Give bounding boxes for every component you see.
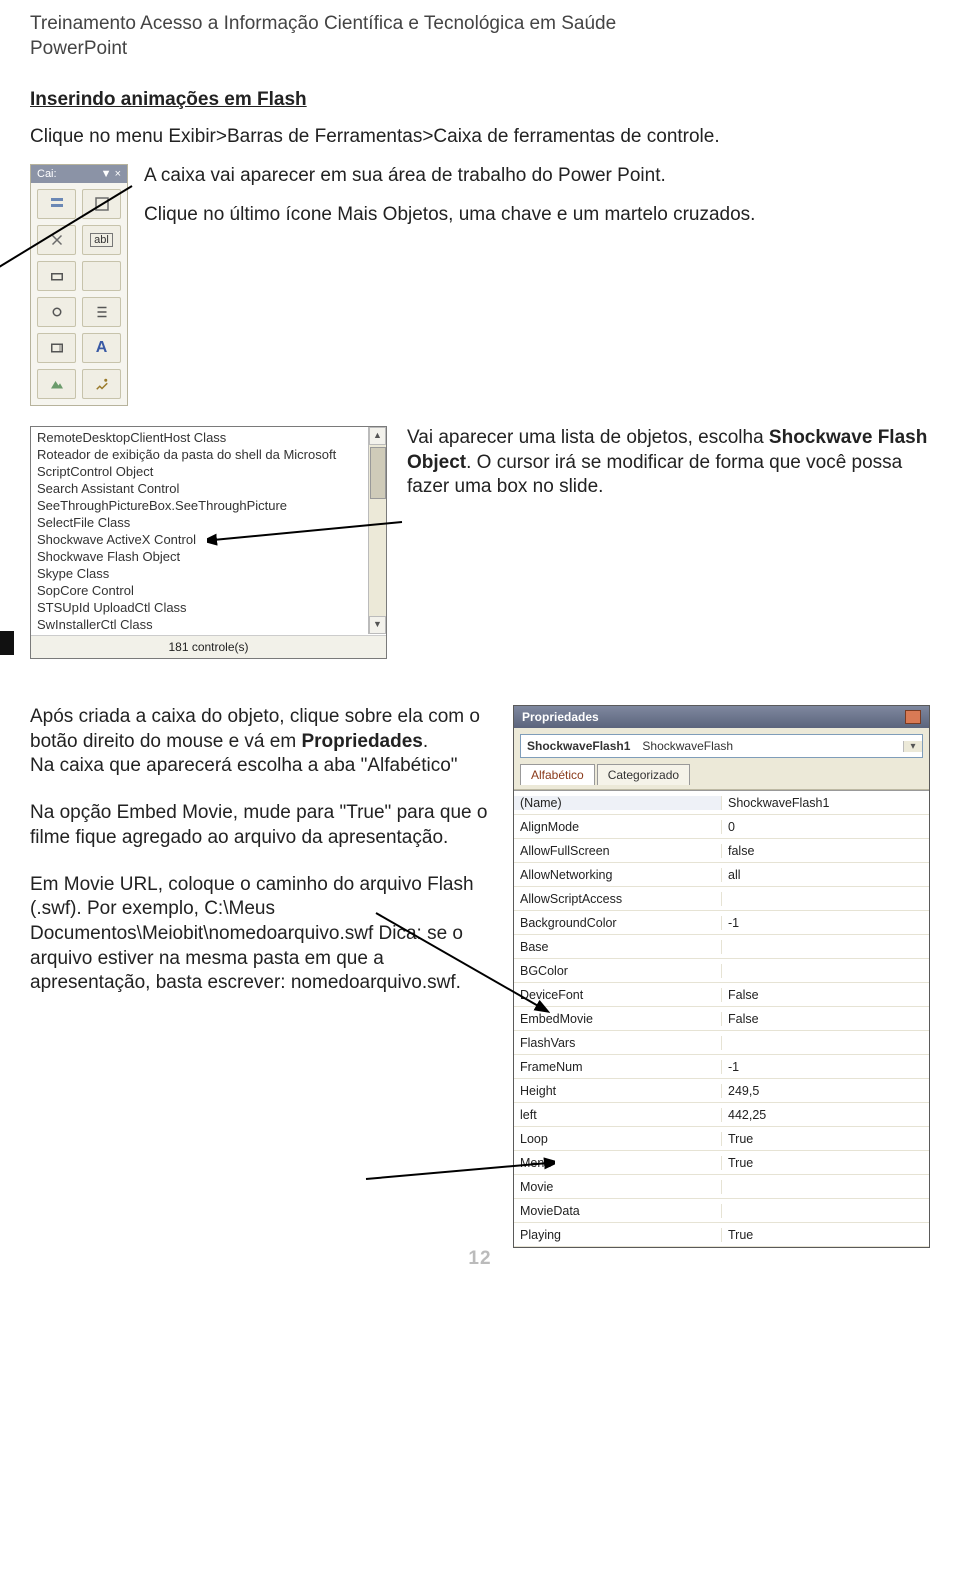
- listbox-note: Vai aparecer uma lista de objetos, escol…: [407, 426, 930, 500]
- palette-tool[interactable]: [37, 225, 76, 255]
- paragraph-1: A caixa vai aparecer em sua área de trab…: [144, 164, 930, 227]
- listbox-scrollbar[interactable]: ▲ ▼: [368, 427, 386, 634]
- palette-tool[interactable]: [82, 261, 121, 291]
- prop-value[interactable]: 249,5: [722, 1084, 929, 1098]
- prop-value[interactable]: True: [722, 1228, 929, 1242]
- prop-name: Base: [514, 940, 722, 954]
- prop-value[interactable]: 0: [722, 820, 929, 834]
- prop-name: left: [514, 1108, 722, 1122]
- prop-name: Movie: [514, 1180, 722, 1194]
- list-item[interactable]: Search Assistant Control: [37, 480, 380, 497]
- prop-value[interactable]: True: [722, 1156, 929, 1170]
- doc-header-line2: PowerPoint: [30, 37, 930, 62]
- p2: Na caixa que aparecerá escolha a aba "Al…: [30, 755, 458, 776]
- prop-value[interactable]: False: [722, 1012, 929, 1026]
- palette-tool[interactable]: [82, 189, 121, 219]
- note1-a: Vai aparecer uma lista de objetos, escol…: [407, 427, 769, 448]
- page-number: 12: [30, 1248, 930, 1270]
- instructions-column: Após criada a caixa do objeto, clique so…: [30, 705, 495, 1248]
- list-item[interactable]: SeeThroughPictureBox.SeeThroughPicture: [37, 497, 380, 514]
- list-item[interactable]: Shockwave Flash Object: [37, 548, 380, 565]
- prop-value[interactable]: all: [722, 868, 929, 882]
- prop-name: DeviceFont: [514, 988, 722, 1002]
- p4: Em Movie URL, coloque o caminho do arqui…: [30, 873, 495, 996]
- properties-titlebar[interactable]: Propriedades: [514, 706, 929, 728]
- tab-alphabetical[interactable]: Alfabético: [520, 764, 595, 785]
- prop-name: Loop: [514, 1132, 722, 1146]
- prop-name: MovieData: [514, 1204, 722, 1218]
- prop-value[interactable]: false: [722, 844, 929, 858]
- prop-name: Playing: [514, 1228, 722, 1242]
- scroll-thumb[interactable]: [370, 447, 386, 499]
- prop-name: BackgroundColor: [514, 916, 722, 930]
- prop-value[interactable]: True: [722, 1132, 929, 1146]
- list-item[interactable]: ScriptControl Object: [37, 463, 380, 480]
- list-item[interactable]: SwInstallerCtl Class: [37, 616, 380, 633]
- more-controls-listbox[interactable]: RemoteDesktopClientHost Class Roteador d…: [30, 426, 387, 659]
- palette-title-text: Cai:: [37, 168, 57, 180]
- para1a: A caixa vai aparecer em sua área de trab…: [144, 164, 930, 189]
- list-item[interactable]: RemoteDesktopClientHost Class: [37, 429, 380, 446]
- palette-tool[interactable]: A: [82, 333, 121, 363]
- section-heading: Inserindo animações em Flash: [30, 89, 930, 111]
- chevron-down-icon[interactable]: ▾: [903, 741, 922, 752]
- palette-tool[interactable]: [37, 369, 76, 399]
- list-item[interactable]: STSUpId UploadCtl Class: [37, 599, 380, 616]
- prop-value[interactable]: -1: [722, 916, 929, 930]
- palette-tool[interactable]: [82, 297, 121, 327]
- list-item[interactable]: Skype Class: [37, 565, 380, 582]
- prop-name: FlashVars: [514, 1036, 722, 1050]
- prop-name: (Name): [514, 796, 722, 810]
- palette-tool[interactable]: [37, 189, 76, 219]
- properties-title-text: Propriedades: [522, 710, 599, 724]
- properties-grid: (Name)ShockwaveFlash1 AlignMode0 AllowFu…: [514, 790, 929, 1247]
- p3: Na opção Embed Movie, mude para "True" p…: [30, 801, 495, 850]
- doc-header-line1: Treinamento Acesso a Informação Científi…: [30, 12, 930, 37]
- list-item[interactable]: Roteador de exibição da pasta do shell d…: [37, 446, 380, 463]
- scroll-up-button[interactable]: ▲: [369, 427, 386, 445]
- list-item[interactable]: SelectFile Class: [37, 514, 380, 531]
- scroll-down-button[interactable]: ▼: [369, 616, 386, 634]
- prop-name: FrameNum: [514, 1060, 722, 1074]
- tab-categorized[interactable]: Categorizado: [597, 764, 690, 785]
- object-selector-combo[interactable]: ShockwaveFlash1 ShockwaveFlash ▾: [520, 734, 923, 758]
- palette-tool[interactable]: [37, 261, 76, 291]
- close-icon[interactable]: [905, 710, 921, 724]
- list-item[interactable]: SopCore Control: [37, 582, 380, 599]
- properties-window: Propriedades ShockwaveFlash1 ShockwaveFl…: [513, 705, 930, 1248]
- palette-titlebar[interactable]: Cai: ▼ ×: [31, 165, 127, 183]
- controls-toolbox-palette: Cai: ▼ × abl A: [30, 164, 128, 406]
- selected-object-type: ShockwaveFlash: [636, 739, 903, 753]
- p1bold: Propriedades: [301, 731, 422, 752]
- note1-b: . O cursor irá se modificar de forma que…: [407, 452, 902, 498]
- prop-value[interactable]: False: [722, 988, 929, 1002]
- list-item[interactable]: Shockwave ActiveX Control: [37, 531, 380, 548]
- prop-name: AllowScriptAccess: [514, 892, 722, 906]
- black-strip: [0, 631, 14, 655]
- prop-name: Menu: [514, 1156, 722, 1170]
- prop-name: AlignMode: [514, 820, 722, 834]
- intro-text: Clique no menu Exibir>Barras de Ferramen…: [30, 125, 930, 150]
- prop-value[interactable]: 442,25: [722, 1108, 929, 1122]
- prop-name: EmbedMovie: [514, 1012, 722, 1026]
- listbox-footer: 181 controle(s): [31, 635, 386, 658]
- prop-name: AllowFullScreen: [514, 844, 722, 858]
- selected-object-name: ShockwaveFlash1: [521, 739, 636, 753]
- prop-value[interactable]: -1: [722, 1060, 929, 1074]
- p1b: .: [423, 731, 428, 752]
- more-objects-tool[interactable]: [82, 369, 121, 399]
- para1b: Clique no último ícone Mais Objetos, uma…: [144, 203, 930, 228]
- palette-tool[interactable]: [37, 333, 76, 363]
- prop-name: BGColor: [514, 964, 722, 978]
- prop-name: Height: [514, 1084, 722, 1098]
- palette-close[interactable]: ×: [115, 168, 121, 180]
- palette-tool[interactable]: [37, 297, 76, 327]
- palette-tool[interactable]: abl: [82, 225, 121, 255]
- prop-value[interactable]: ShockwaveFlash1: [722, 796, 929, 810]
- prop-name: AllowNetworking: [514, 868, 722, 882]
